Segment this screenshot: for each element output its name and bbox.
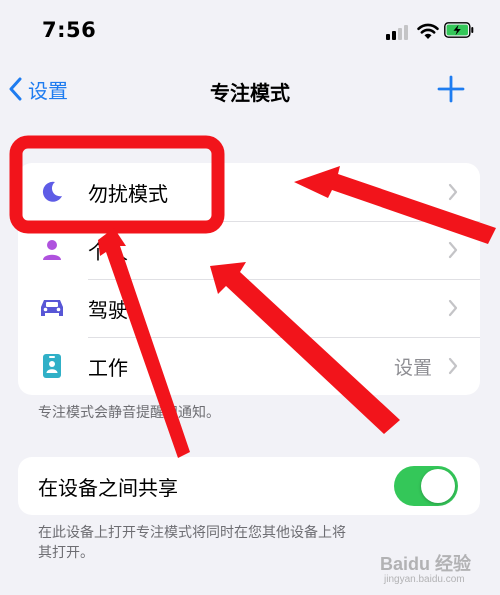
- navigation-bar: 设置 专注模式: [0, 66, 500, 112]
- chevron-right-icon: [448, 299, 458, 317]
- page-title: 专注模式: [210, 81, 290, 105]
- watermark-url: jingyan.baidu.com: [384, 574, 465, 585]
- chevron-right-icon: [448, 241, 458, 259]
- focus-mode-status: 设置: [393, 356, 432, 379]
- id-badge-icon: [38, 352, 66, 380]
- cellular-signal-icon: [386, 24, 410, 40]
- moon-icon: [38, 178, 66, 206]
- focus-mode-work[interactable]: 工作 设置: [18, 337, 480, 395]
- share-across-devices-row: 在设备之间共享: [18, 457, 480, 515]
- plus-icon[interactable]: [436, 74, 466, 104]
- focus-list-footnote: 专注模式会静音提醒和通知。: [38, 405, 220, 421]
- share-across-devices-toggle[interactable]: [394, 466, 458, 506]
- focus-mode-label: 工作: [88, 355, 128, 380]
- status-time: 7:56: [42, 18, 97, 42]
- chevron-right-icon: [448, 183, 458, 201]
- wifi-icon: [417, 23, 439, 39]
- focus-mode-driving[interactable]: 驾驶: [18, 279, 480, 337]
- chevron-right-icon: [448, 357, 458, 375]
- share-footnote: 在此设备上打开专注模式将同时在您其他设备上将 其打开。: [38, 525, 346, 561]
- focus-mode-label: 勿扰模式: [88, 181, 168, 206]
- focus-mode-label: 驾驶: [88, 297, 128, 322]
- watermark-brand: Baidu 经验: [380, 554, 472, 574]
- status-bar: 7:56: [0, 0, 500, 60]
- focus-mode-label: 个人: [88, 239, 128, 264]
- person-icon: [38, 236, 66, 264]
- battery-charging-icon: [444, 22, 474, 38]
- focus-mode-do-not-disturb[interactable]: 勿扰模式: [18, 163, 480, 221]
- focus-mode-list: 勿扰模式 个人 驾驶 工作 设置: [18, 163, 480, 395]
- share-across-devices-label: 在设备之间共享: [38, 475, 178, 500]
- baidu-watermark: Baidu 经验 jingyan.baidu.com: [380, 546, 490, 590]
- car-icon: [38, 294, 66, 322]
- share-across-devices-group: 在设备之间共享: [18, 457, 480, 515]
- focus-mode-personal[interactable]: 个人: [18, 221, 480, 279]
